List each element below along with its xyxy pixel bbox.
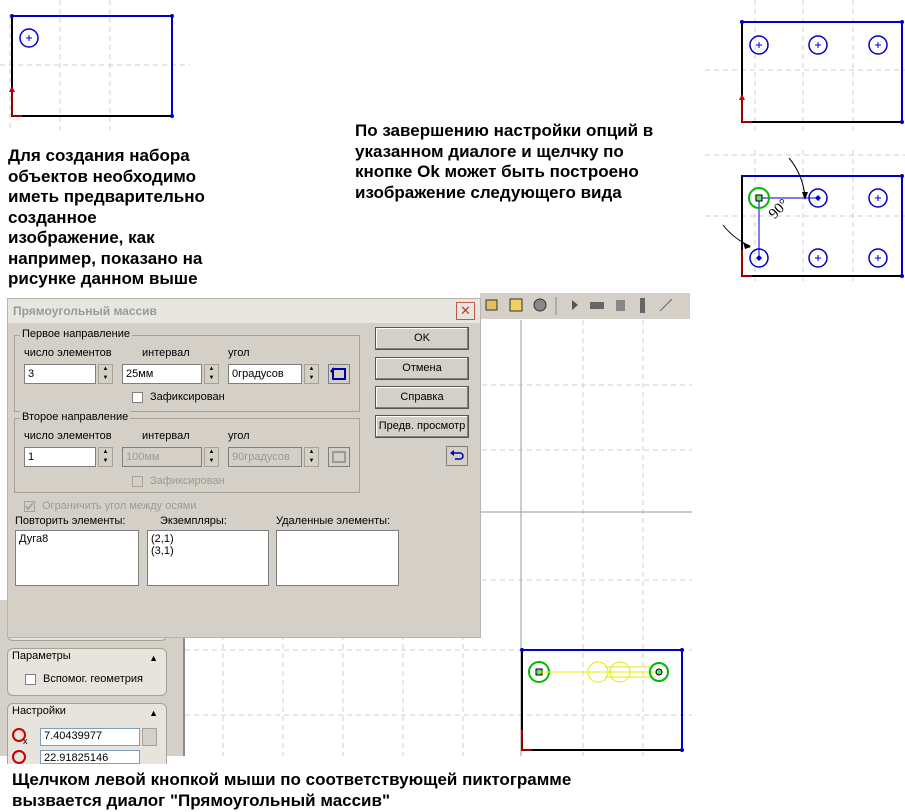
params-title: Параметры	[12, 650, 71, 662]
x-coordinate-field[interactable]: 7.40439977	[40, 728, 140, 746]
aux-geometry-label: Вспомог. геометрия	[43, 673, 143, 685]
first-fixed-label: Зафиксирован	[150, 391, 225, 403]
first-count-input[interactable]: 3	[24, 364, 96, 384]
repeat-elements-list[interactable]: Дуга8	[15, 530, 139, 586]
axis-icon[interactable]	[659, 298, 673, 312]
aux-geometry-checkbox[interactable]	[25, 674, 36, 685]
first-count-label: число элементов	[24, 347, 112, 359]
list-item[interactable]: (2,1)	[151, 533, 265, 545]
box-3d-icon[interactable]	[485, 299, 498, 311]
preview-button[interactable]: Предв. просмотр	[375, 415, 469, 438]
second-fixed-checkbox	[132, 476, 143, 487]
second-angle-label: угол	[228, 430, 250, 442]
x-subscript: x	[23, 736, 28, 746]
instances-label: Экземпляры:	[160, 515, 227, 527]
y-coordinate-field[interactable]: 22.91825146	[40, 750, 140, 764]
first-angle-spinner[interactable]: ▲ ▼	[304, 364, 319, 384]
edit-icon[interactable]	[616, 300, 625, 311]
left-paragraph: Для создания набора объектов необходимо …	[8, 146, 205, 288]
second-angle-spinner: ▲ ▼	[304, 447, 319, 467]
list-item[interactable]: (3,1)	[151, 545, 265, 557]
settings-title: Настройки	[12, 705, 66, 717]
first-interval-spinner[interactable]: ▲ ▼	[204, 364, 219, 384]
params-group: Параметры ▲ Вспомог. геометрия	[7, 648, 167, 696]
second-interval-input: 100мм	[122, 447, 202, 467]
initial-sketch	[0, 0, 190, 130]
list-item[interactable]: Дуга8	[19, 533, 135, 545]
result-sketch	[705, 0, 905, 135]
first-angle-input[interactable]: 0градусов	[228, 364, 302, 384]
settings-group: Настройки ▲ x 7.40439977 22.91825146	[7, 703, 167, 764]
sphere-icon[interactable]	[533, 298, 547, 312]
dialog-titlebar[interactable]: Прямоугольный массив ✕	[8, 299, 480, 323]
collapse-up-icon[interactable]: ▲	[149, 653, 158, 663]
first-interval-label: интервал	[142, 347, 190, 359]
deleted-elements-list[interactable]	[276, 530, 399, 586]
instances-list[interactable]: (2,1) (3,1)	[147, 530, 269, 586]
rectangular-array-dialog: Прямоугольный массив ✕ Первое направлени…	[7, 298, 481, 638]
play-icon[interactable]	[572, 300, 578, 310]
angle-sketch	[705, 150, 905, 285]
second-direction-label: Второе направление	[20, 411, 131, 423]
second-direction-pick-icon	[328, 447, 350, 467]
second-fixed-label: Зафиксирован	[150, 475, 225, 487]
first-angle-label: угол	[228, 347, 250, 359]
limit-angle-checkbox	[24, 501, 35, 512]
deleted-elements-label: Удаленные элементы:	[276, 515, 391, 527]
second-angle-input: 90градусов	[228, 447, 302, 467]
second-count-input[interactable]: 1	[24, 447, 96, 467]
y-coordinate-icon	[12, 750, 26, 764]
layers-icon[interactable]	[590, 302, 604, 309]
first-count-spinner[interactable]: ▲ ▼	[98, 364, 113, 384]
collapse-up-icon[interactable]: ▲	[149, 708, 158, 718]
undo-icon[interactable]	[446, 446, 468, 466]
help-button[interactable]: Справка	[375, 386, 469, 409]
close-button[interactable]: ✕	[456, 302, 475, 320]
second-count-label: число элементов	[24, 430, 112, 442]
bar-icon[interactable]	[640, 298, 645, 313]
first-direction-label: Первое направление	[20, 328, 133, 340]
cancel-button[interactable]: Отмена	[375, 357, 469, 380]
cad-toolbar	[480, 293, 690, 319]
bottom-paragraph: Щелчком левой кнопкой мыши по соответств…	[12, 770, 572, 810]
first-interval-input[interactable]: 25мм	[122, 364, 202, 384]
x-spinner[interactable]	[142, 728, 157, 746]
second-interval-spinner: ▲ ▼	[204, 447, 219, 467]
dialog-title: Прямоугольный массив	[13, 304, 157, 318]
second-interval-label: интервал	[142, 430, 190, 442]
first-fixed-checkbox[interactable]	[132, 392, 143, 403]
repeat-elements-label: Повторить элементы:	[15, 515, 126, 527]
first-direction-pick-icon[interactable]	[328, 364, 350, 384]
right-paragraph: По завершению настройки опций в указанно…	[355, 121, 654, 202]
cube-icon[interactable]	[509, 298, 523, 312]
ok-button[interactable]: OK	[375, 327, 469, 350]
second-count-spinner[interactable]: ▲ ▼	[98, 447, 113, 467]
limit-angle-label: Ограничить угол между осями	[42, 500, 197, 512]
